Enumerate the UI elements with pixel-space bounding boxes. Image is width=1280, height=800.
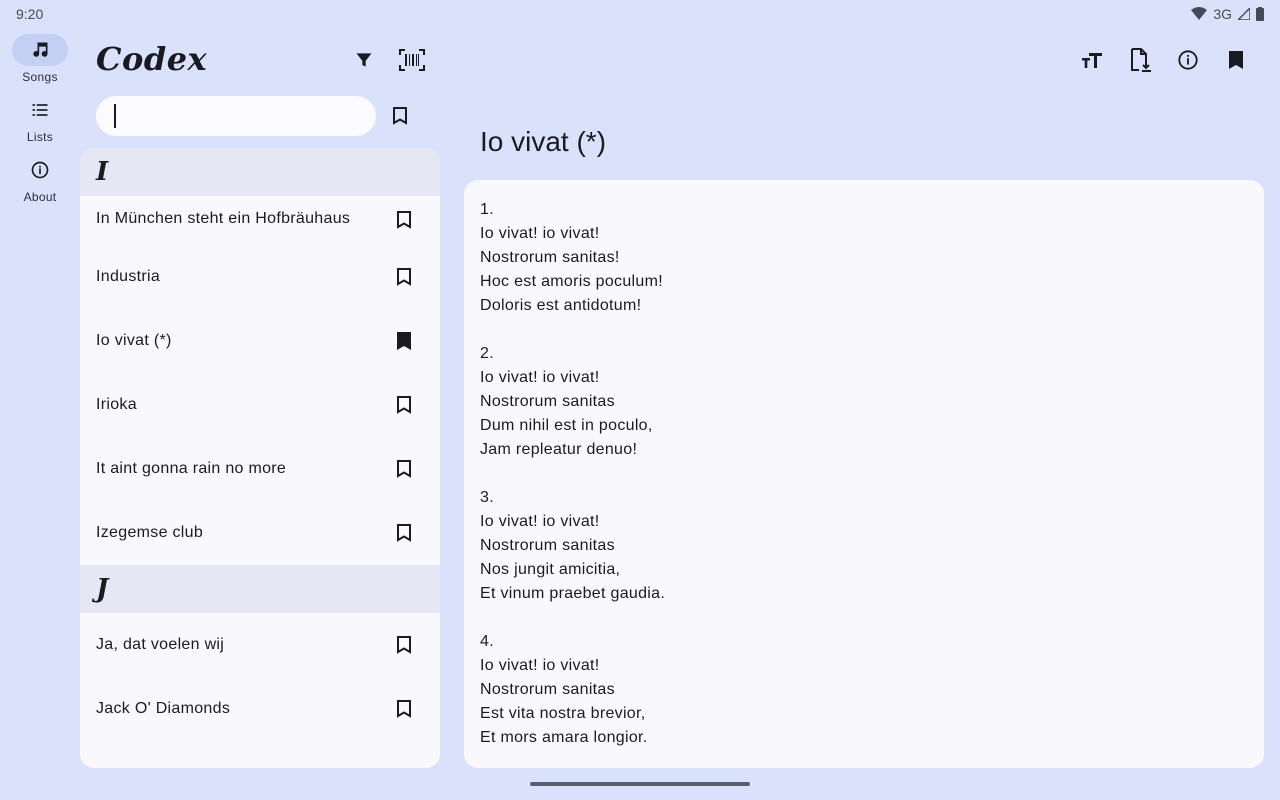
text-size-icon bbox=[1082, 53, 1102, 68]
barcode-scan-button[interactable] bbox=[392, 40, 432, 80]
home-indicator[interactable] bbox=[530, 782, 750, 786]
text-cursor bbox=[114, 104, 116, 128]
list-item[interactable]: Irioka bbox=[80, 373, 440, 437]
lyrics-panel[interactable]: 1. Io vivat! io vivat! Nostrorum sanitas… bbox=[464, 180, 1264, 768]
battery-icon bbox=[1256, 7, 1264, 21]
nav-label-lists: Lists bbox=[26, 130, 54, 144]
bookmark-outline-icon[interactable] bbox=[396, 210, 412, 230]
text-size-button[interactable] bbox=[1072, 40, 1112, 80]
list-item[interactable]: Izegemse club bbox=[80, 501, 440, 565]
nav-label-about: About bbox=[23, 190, 57, 204]
info-icon bbox=[12, 154, 68, 186]
bookmark-outline-icon[interactable] bbox=[396, 459, 412, 479]
nav-item-songs[interactable]: Songs bbox=[0, 34, 80, 84]
nav-item-lists[interactable]: Lists bbox=[0, 94, 80, 144]
search-input[interactable] bbox=[110, 107, 362, 125]
list-item[interactable]: It aint gonna rain no more bbox=[80, 437, 440, 501]
song-title: In München steht ein Hofbräuhaus bbox=[96, 210, 351, 227]
bookmark-song-button[interactable] bbox=[1216, 40, 1256, 80]
list-item[interactable]: Jack O' Diamonds bbox=[80, 677, 440, 741]
navigation-rail: Songs Lists About bbox=[0, 28, 80, 800]
status-bar: 9:20 3G bbox=[0, 0, 1280, 28]
list-item[interactable]: Industria bbox=[80, 245, 440, 309]
export-file-button[interactable] bbox=[1120, 40, 1160, 80]
song-title: Industria bbox=[96, 268, 161, 285]
list-icon bbox=[12, 94, 68, 126]
barcode-scan-icon bbox=[399, 49, 425, 71]
bookmark-filled-icon bbox=[1229, 51, 1243, 69]
bookmark-outline-icon[interactable] bbox=[396, 699, 412, 719]
list-item[interactable]: Ja, dat voelen wij bbox=[80, 613, 440, 677]
song-title: It aint gonna rain no more bbox=[96, 460, 287, 477]
bookmark-filled-icon[interactable] bbox=[396, 331, 412, 351]
song-title: Io vivat (*) bbox=[96, 332, 172, 349]
filter-button[interactable] bbox=[344, 40, 384, 80]
song-title: Irioka bbox=[96, 396, 137, 413]
status-time: 9:20 bbox=[16, 6, 44, 22]
section-header-i: I bbox=[80, 148, 440, 196]
app-logo: Codex bbox=[96, 40, 208, 78]
nav-label-songs: Songs bbox=[22, 70, 58, 84]
list-item[interactable]: Io vivat (*) bbox=[80, 309, 440, 373]
music-note-icon bbox=[12, 34, 68, 66]
nav-item-about[interactable]: About bbox=[0, 154, 80, 204]
info-icon bbox=[1178, 50, 1198, 70]
file-download-icon bbox=[1131, 48, 1151, 72]
bookmark-outline-icon[interactable] bbox=[396, 267, 412, 287]
bookmark-outline-icon[interactable] bbox=[396, 635, 412, 655]
song-title: Jack O' Diamonds bbox=[96, 700, 231, 717]
bookmark-outline-icon[interactable] bbox=[396, 395, 412, 415]
song-title: Ja, dat voelen wij bbox=[96, 636, 225, 653]
filter-icon bbox=[356, 53, 372, 67]
info-button[interactable] bbox=[1168, 40, 1208, 80]
list-item[interactable]: In München steht ein Hofbräuhaus bbox=[80, 196, 440, 242]
wifi-icon bbox=[1191, 7, 1208, 20]
bookmark-outline-icon bbox=[393, 107, 407, 125]
status-icons: 3G bbox=[1191, 6, 1264, 22]
song-detail-title: Io vivat (*) bbox=[480, 126, 607, 157]
signal-icon bbox=[1238, 8, 1250, 20]
song-title: Izegemse club bbox=[96, 524, 204, 541]
bookmark-filter-button[interactable] bbox=[380, 96, 420, 136]
song-list[interactable]: I In München steht ein Hofbräuhaus Indus… bbox=[80, 148, 440, 768]
search-field[interactable] bbox=[96, 96, 376, 136]
bookmark-outline-icon[interactable] bbox=[396, 523, 412, 543]
section-header-j: J bbox=[80, 565, 440, 613]
lyrics-text: 1. Io vivat! io vivat! Nostrorum sanitas… bbox=[480, 201, 666, 746]
network-label: 3G bbox=[1213, 6, 1232, 22]
